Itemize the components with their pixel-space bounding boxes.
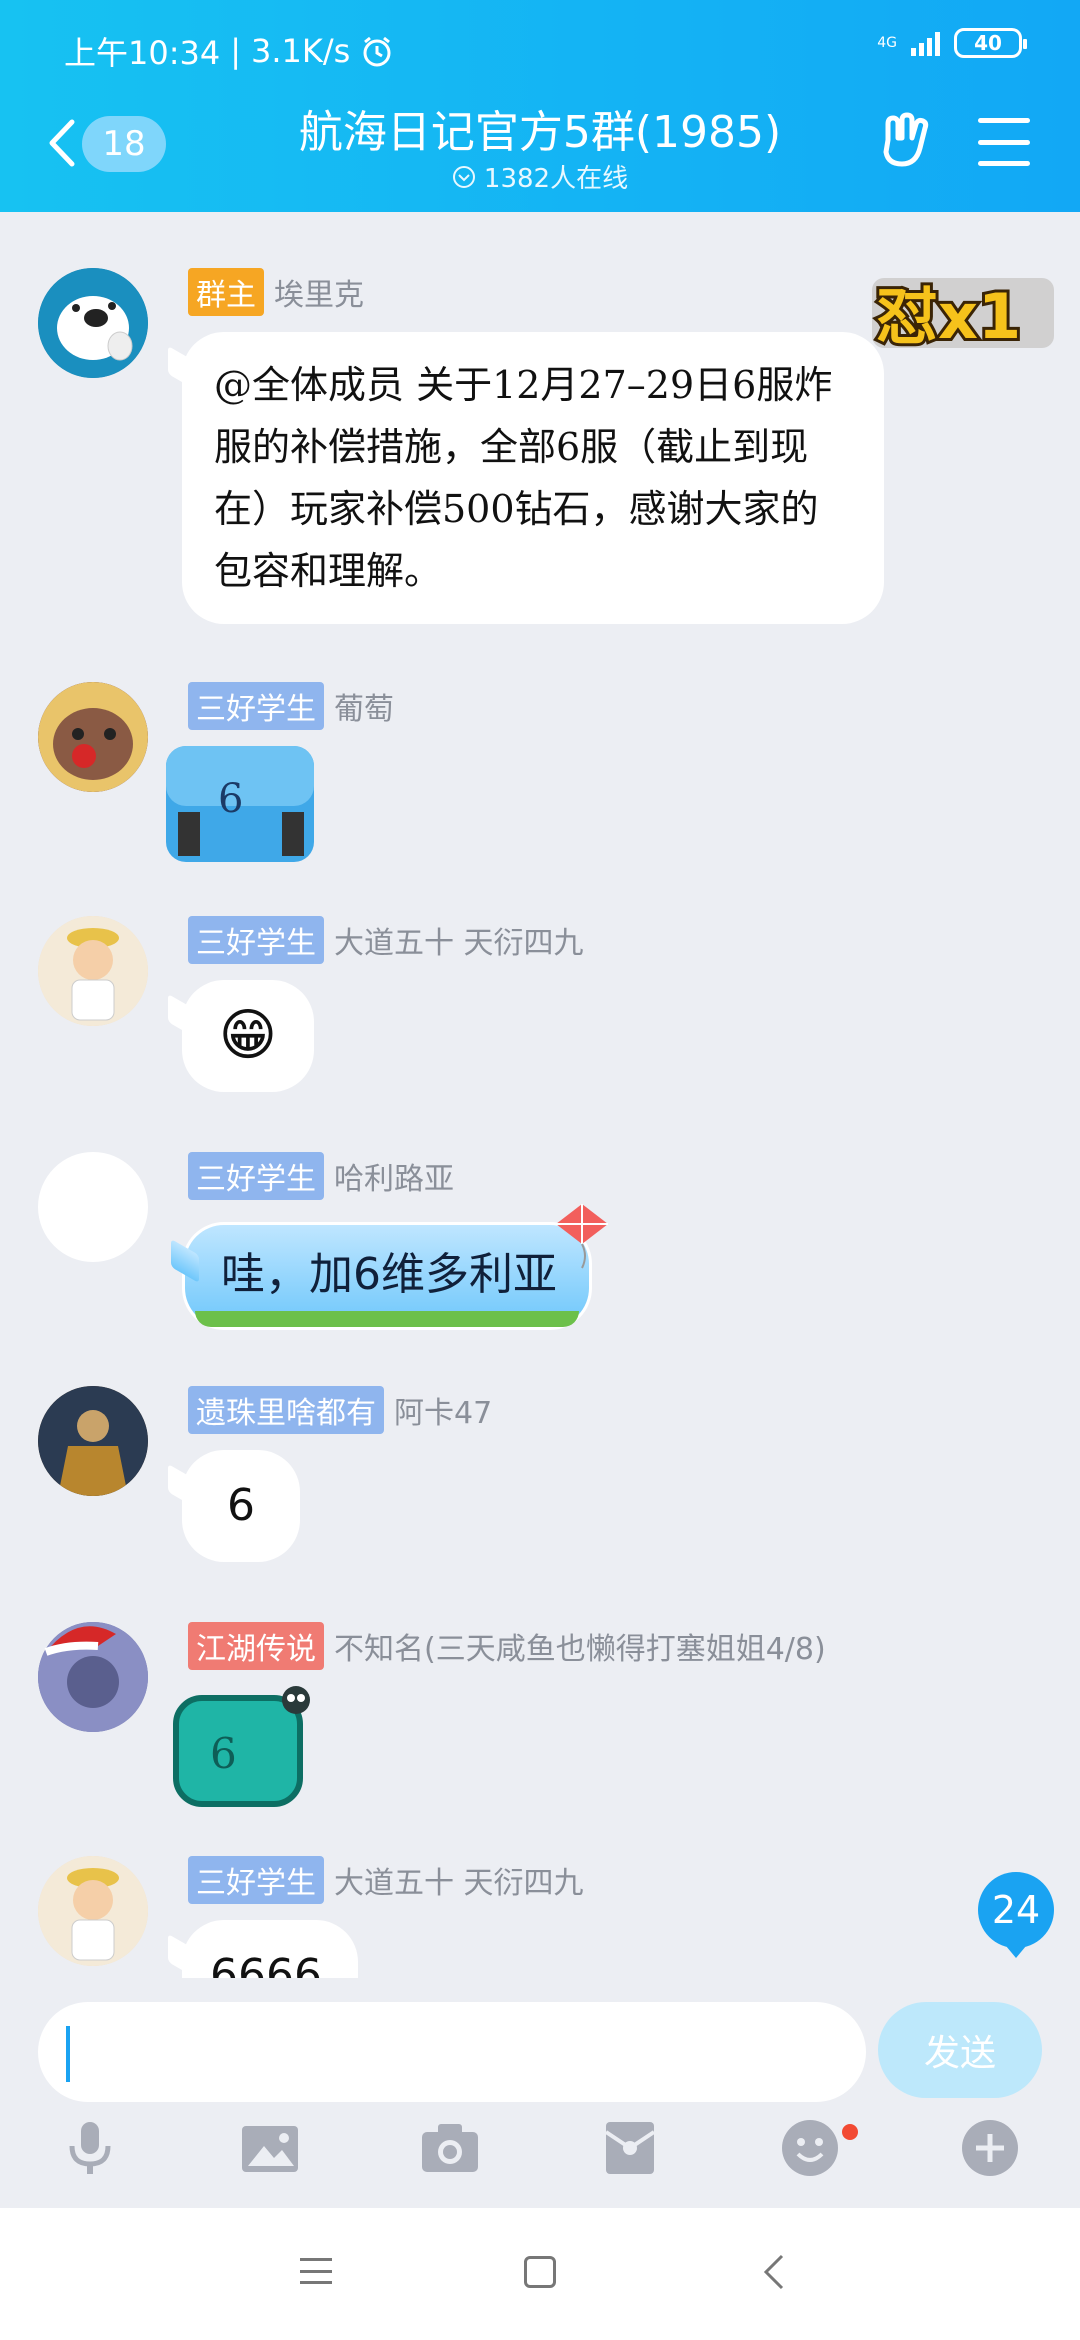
sender-name[interactable]: 葡萄 [334,684,394,728]
notification-dot [842,2124,858,2140]
sticker-text: 6 [210,1729,237,1778]
member-title-badge: 三好学生 [188,916,324,964]
send-button[interactable]: 发送 [878,2002,1042,2098]
sticker-badge-text: 怼x1 [876,280,1021,353]
network-speed: 3.1K/s [251,32,351,70]
message-text: 哇，加6维多利亚 [221,1249,557,1300]
sticker-text: 6 [218,776,243,822]
avatar[interactable] [38,1386,148,1496]
red-packet-icon[interactable] [600,2118,660,2178]
sticker-message[interactable]: 6 [170,1682,320,1812]
chevron-circle-icon [452,165,475,188]
message-text: 6 [227,1480,255,1531]
online-count-text: 1382人在线 [483,164,629,194]
message-bubble[interactable]: @全体成员 关于12月27–29日6服炸服的补偿措施，全部6服（截止到现在）玩家… [182,332,884,624]
member-title-badge: 遗珠里啥都有 [188,1386,384,1434]
battery-level: 40 [974,31,1002,55]
member-title-badge: 三好学生 [188,682,324,730]
sticker-message[interactable]: 6 [160,742,320,866]
member-title-badge: 三好学生 [188,1152,324,1200]
message-bubble[interactable]: 😁 [182,980,314,1092]
emoji-grin-icon: 😁 [218,1003,278,1068]
input-bar: 发送 [0,1978,1080,2208]
camera-icon[interactable] [420,2118,480,2178]
recent-apps-icon[interactable] [300,2258,332,2284]
sender-name[interactable]: 埃里克 [274,270,364,314]
image-icon[interactable] [240,2118,300,2178]
message-text: 6666 [210,1950,322,1978]
battery-icon: 40 [954,28,1027,58]
avatar[interactable] [38,1152,148,1262]
header-bar: 上午10:34 | 3.1K/s 4G 40 18 航海日记官方5群(1985)… [0,0,1080,212]
message-bubble[interactable]: 6 [182,1450,300,1562]
avatar[interactable] [38,268,148,378]
emoji-icon[interactable] [780,2118,840,2178]
avatar[interactable] [38,682,148,792]
hand-gesture-icon[interactable] [876,110,938,172]
member-title-badge: 江湖传说 [188,1622,324,1670]
status-bar-right: 4G 40 [877,28,1027,58]
sender-name[interactable]: 大道五十 天衍四九 [334,1858,584,1902]
kite-icon [556,1204,608,1269]
system-back-icon[interactable] [760,2252,790,2292]
status-time: 上午10:34 [64,34,221,72]
sticker-badge: 怼x1 [868,268,1058,358]
alarm-icon [363,36,391,67]
system-navigation-bar [0,2208,1080,2340]
message-bubble[interactable]: 哇，加6维多利亚 [182,1222,592,1330]
message-text: @全体成员 关于12月27–29日6服炸服的补偿措施，全部6服（截止到现在）玩家… [214,363,833,593]
sender-name[interactable]: 阿卡47 [394,1388,492,1432]
member-title-badge: 群主 [188,268,264,316]
message-input[interactable] [38,2002,866,2102]
signal-icon [911,30,940,56]
new-messages-badge[interactable]: 24 [978,1872,1054,1958]
menu-icon[interactable] [978,118,1030,166]
home-icon[interactable] [524,2256,556,2288]
text-caret [66,2026,70,2082]
sender-name[interactable]: 哈利路亚 [334,1154,454,1198]
status-bar-left: 上午10:34 | 3.1K/s [64,28,394,74]
toolbar [0,2118,1080,2198]
member-title-badge: 三好学生 [188,1856,324,1904]
avatar[interactable] [38,916,148,1026]
avatar[interactable] [38,1622,148,1732]
sender-name[interactable]: 不知名(三天咸鱼也懒得打塞姐姐4/8) [334,1624,826,1668]
chat-message-list[interactable]: 群主 埃里克 @全体成员 关于12月27–29日6服炸服的补偿措施，全部6服（截… [0,212,1080,1978]
sender-name[interactable]: 大道五十 天衍四九 [334,918,584,962]
mic-icon[interactable] [60,2118,120,2178]
avatar[interactable] [38,1856,148,1966]
network-type: 4G [877,35,897,51]
plus-icon[interactable] [960,2118,1020,2178]
message-bubble[interactable]: 6666 [182,1920,358,1978]
